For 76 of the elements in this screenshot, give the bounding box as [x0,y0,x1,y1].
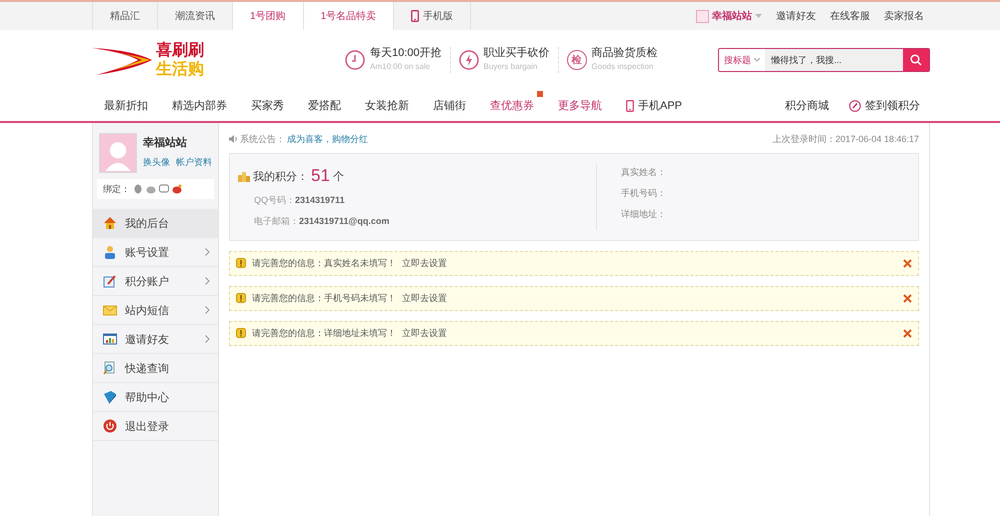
clock-icon [345,50,365,70]
user-menu[interactable]: 幸福站站 [696,9,762,23]
nav-link[interactable]: 女装抢新 [353,98,421,113]
last-login-text: 上次登录时间：2017-06-04 18:46:17 [772,132,919,146]
chat-bubble-icon[interactable] [159,184,169,194]
nav-link[interactable]: 手机APP [614,98,694,113]
envelope-icon [103,303,117,317]
info-label: 详细地址： [621,208,666,221]
nav-link[interactable]: 买家秀 [239,98,296,113]
profile-link[interactable]: 帐户资料 [176,156,212,169]
nav-link[interactable]: 店铺街 [421,98,478,113]
sidebar-item[interactable]: 站内短信 [93,296,218,325]
notice-link[interactable]: 成为喜客，购物分红 [287,132,368,146]
sidebar-item[interactable]: 积分账户 [93,267,218,296]
nav-link[interactable]: 爱搭配 [296,98,353,113]
sidebar-item[interactable]: 账号设置 [93,238,218,267]
points-label: 我的积分： [253,170,308,184]
phone-icon [411,10,420,22]
warning-icon [236,328,246,339]
info-field: QQ号码：2314319711 [254,194,588,207]
magnifier-icon [103,361,117,375]
alert-link[interactable]: 立即去设置 [402,327,447,340]
top-link[interactable]: 卖家报名 [884,9,924,23]
warning-icon [236,258,246,269]
caret-icon [755,14,762,18]
alert-link[interactable]: 立即去设置 [402,292,447,305]
top-tab[interactable]: 1号名品特卖 [304,2,394,30]
nav-link[interactable]: 签到领积分 [839,98,930,113]
notice-label: 系统公告： [240,132,285,146]
alert-message: 请完善您的信息：详细地址未填写！ [252,327,396,340]
nav-link[interactable]: 最新折扣 [92,98,160,113]
info-field: 电子邮箱：2314319711@qq.com [254,215,588,228]
house-icon [103,216,117,230]
sidebar-item[interactable]: 快递查询 [93,354,218,383]
alert-message: 请完善您的信息：手机号码未填写！ [252,292,396,305]
sidebar-item[interactable]: 邀请好友 [93,325,218,354]
inspection-icon: 检 [566,50,587,70]
feature-title: 职业买手砍价 [484,47,550,60]
info-label: 真实姓名： [621,166,666,179]
feature-subtitle: Goods inspection [592,61,654,73]
pencil-icon [849,100,861,112]
profile-link[interactable]: 换头像 [143,156,170,169]
power-icon [103,419,117,433]
feature-title: 每天10:00开抢 [370,47,442,60]
window-chart-icon [103,332,117,346]
close-icon[interactable] [903,259,912,268]
top-link[interactable]: 在线客服 [830,9,870,23]
nav-link[interactable]: 查优惠券 [478,98,546,113]
close-icon[interactable] [903,329,912,338]
feature-subtitle: Am10:00 on sale [370,61,432,73]
info-label: 手机号码： [621,187,666,200]
notepad-pencil-icon [103,274,117,288]
close-icon[interactable] [903,294,912,303]
nav-link[interactable]: 精选内部券 [160,98,239,113]
bind-label: 绑定： [103,182,130,196]
sidebar-item[interactable]: 帮助中心 [93,383,218,412]
points-unit: 个 [332,170,344,184]
sidebar-item[interactable]: 我的后台 [93,209,218,238]
sidebar-item[interactable]: 退出登录 [93,412,218,441]
feature-title: 商品验货质检 [592,47,658,60]
speaker-icon [229,135,238,143]
top-tab[interactable]: 1号团购 [233,2,304,30]
nav-link[interactable]: 积分商城 [775,98,839,113]
lightning-icon [458,50,479,70]
feature-subtitle: Buyers bargain [484,61,538,73]
points-value: 51 [311,166,330,186]
person-icon [103,245,117,259]
nav-link[interactable]: 更多导航 [546,98,614,113]
warning-icon [236,293,246,304]
coins-icon [238,170,250,182]
top-link[interactable]: 邀请好友 [776,9,816,23]
logo-text: 喜刷刷 生活购 [156,41,204,79]
alert-link[interactable]: 立即去设置 [402,257,447,270]
user-name: 幸福站站 [143,136,188,150]
phone-icon [626,100,634,112]
alert-message: 请完善您的信息：真实姓名未填写！ [252,257,396,270]
